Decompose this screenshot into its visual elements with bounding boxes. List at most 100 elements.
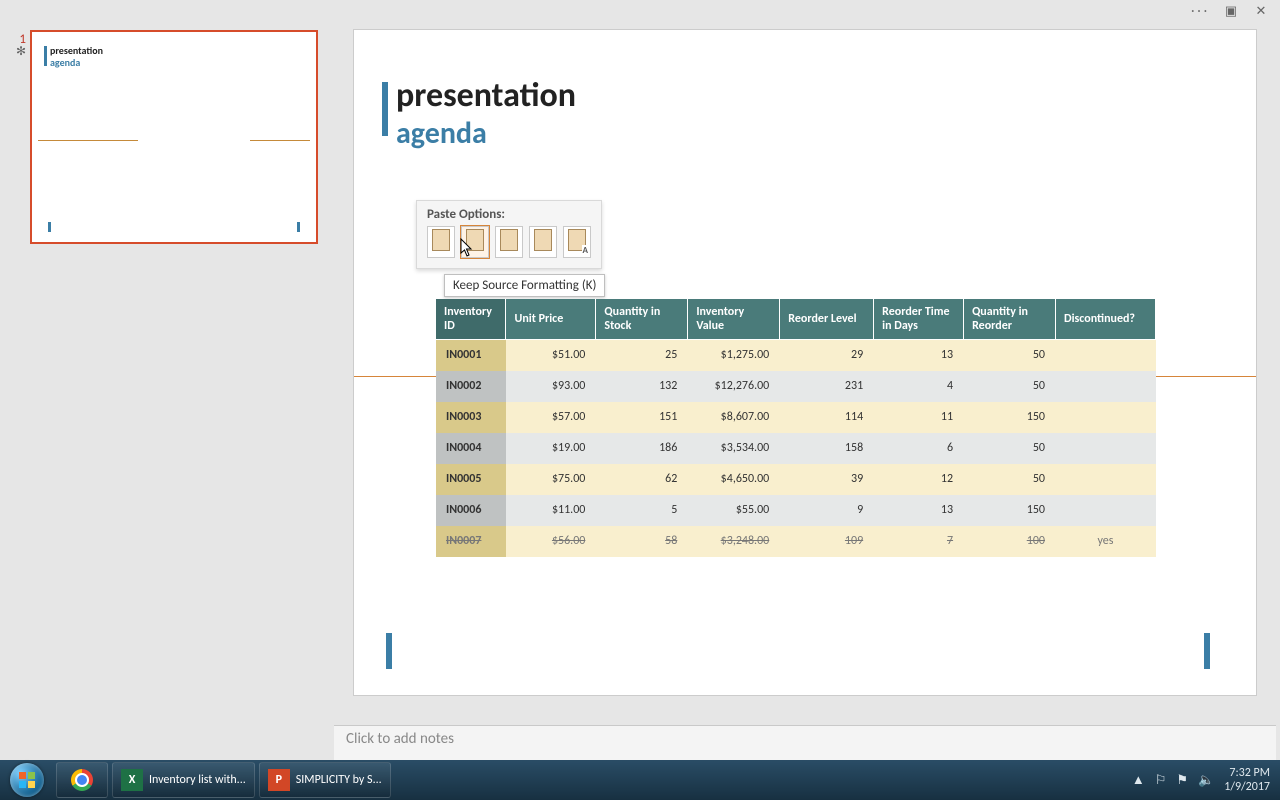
table-cell: 150 [964,402,1056,433]
table-cell: 50 [964,433,1056,464]
accent-bar [382,82,388,136]
table-cell: 100 [964,526,1056,557]
thumbnail-animation-icon: ✻ [10,47,26,57]
table-cell: $93.00 [506,371,596,402]
table-cell: 6 [874,433,964,464]
tray-volume-icon[interactable]: 🔈 [1198,773,1214,788]
ribbon-more-icon[interactable]: ··· [1191,4,1210,19]
table-cell: $4,650.00 [688,464,780,495]
paste-tooltip: Keep Source Formatting (K) [444,274,605,297]
slide-thumbnail-1[interactable]: presentation agenda [30,30,318,244]
table-cell: $55.00 [688,495,780,526]
excel-icon: X [121,769,143,791]
table-row[interactable]: IN0007$56.0058$3,248.001097100yes [436,526,1156,557]
tray-network-icon[interactable]: ⚑ [1176,773,1188,788]
table-cell: 29 [780,340,874,371]
table-cell [1056,495,1156,526]
table-cell [1056,371,1156,402]
system-tray: ▲ ⚐ ⚑ 🔈 7:32 PM 1/9/2017 [1122,766,1280,794]
decor-tick [1204,633,1210,669]
table-cell: 58 [596,526,688,557]
window-controls: ··· ▣ ✕ [1181,0,1280,23]
table-cell: 5 [596,495,688,526]
taskbar-chrome[interactable] [56,762,108,798]
table-cell: $3,534.00 [688,433,780,464]
slide-canvas[interactable]: presentation agenda Paste Options: A [354,30,1256,695]
taskbar-excel-label: Inventory list with... [149,773,246,787]
table-header-cell: Reorder Level [780,299,874,340]
table-cell: IN0003 [436,402,506,433]
table-cell: IN0001 [436,340,506,371]
table-cell: 151 [596,402,688,433]
table-cell: 186 [596,433,688,464]
tray-action-center-icon[interactable]: ⚐ [1155,773,1167,788]
table-cell: IN0007 [436,526,506,557]
table-cell: yes [1056,526,1156,557]
table-header-cell: Inventory ID [436,299,506,340]
slide-thumbnails-panel: 1 ✻ presentation agenda [4,22,334,760]
start-button[interactable] [0,760,54,800]
restore-window-icon[interactable]: ▣ [1222,4,1240,19]
table-cell: 50 [964,340,1056,371]
table-cell [1056,402,1156,433]
table-header-cell: Unit Price [506,299,596,340]
table-cell: IN0004 [436,433,506,464]
table-cell: 12 [874,464,964,495]
table-cell [1056,340,1156,371]
table-row[interactable]: IN0006$11.005$55.00913150 [436,495,1156,526]
paste-keep-source-formatting-icon[interactable] [461,226,489,258]
table-cell: IN0002 [436,371,506,402]
paste-use-destination-theme-icon[interactable] [427,226,455,258]
inventory-table[interactable]: Inventory IDUnit PriceQuantity in StockI… [436,299,1156,557]
table-row[interactable]: IN0002$93.00132$12,276.00231450 [436,371,1156,402]
taskbar-date: 1/9/2017 [1224,780,1270,794]
powerpoint-editor: 1 ✻ presentation agenda presentation age… [4,22,1276,760]
table-cell: $51.00 [506,340,596,371]
table-cell: $8,607.00 [688,402,780,433]
table-cell: 158 [780,433,874,464]
table-cell: 109 [780,526,874,557]
table-cell: $11.00 [506,495,596,526]
taskbar-powerpoint[interactable]: P SIMPLICITY by S... [259,762,391,798]
table-cell: $75.00 [506,464,596,495]
chrome-icon [71,769,93,791]
tray-show-hidden-icon[interactable]: ▲ [1132,772,1145,788]
table-cell: 13 [874,495,964,526]
table-row[interactable]: IN0004$19.00186$3,534.00158650 [436,433,1156,464]
table-header-cell: Quantity in Stock [596,299,688,340]
table-header-cell: Reorder Time in Days [874,299,964,340]
table-cell: 150 [964,495,1056,526]
close-window-icon[interactable]: ✕ [1252,4,1270,19]
decor-tick [48,222,51,232]
table-cell: $56.00 [506,526,596,557]
table-cell: 231 [780,371,874,402]
table-row[interactable]: IN0003$57.00151$8,607.0011411150 [436,402,1156,433]
table-header-cell: Inventory Value [688,299,780,340]
taskbar-clock[interactable]: 7:32 PM 1/9/2017 [1224,766,1270,794]
table-cell: $1,275.00 [688,340,780,371]
table-cell [1056,464,1156,495]
table-header: Inventory IDUnit PriceQuantity in StockI… [436,299,1156,340]
table-cell: $3,248.00 [688,526,780,557]
table-cell: 7 [874,526,964,557]
table-cell [1056,433,1156,464]
table-cell: $57.00 [506,402,596,433]
notes-pane[interactable]: Click to add notes [334,725,1276,760]
paste-embed-icon[interactable] [495,226,523,258]
decor-line [250,140,310,141]
slide-title[interactable]: presentation [396,75,576,116]
table-cell: 62 [596,464,688,495]
table-row[interactable]: IN0005$75.0062$4,650.00391250 [436,464,1156,495]
slide-subtitle[interactable]: agenda [396,115,487,152]
table-cell: 50 [964,464,1056,495]
table-row[interactable]: IN0001$51.0025$1,275.00291350 [436,340,1156,371]
paste-picture-icon[interactable] [529,226,557,258]
slide-editor: presentation agenda Paste Options: A [334,22,1276,760]
taskbar-excel[interactable]: X Inventory list with... [112,762,255,798]
decor-line [38,140,138,141]
paste-text-only-icon[interactable]: A [563,226,591,258]
taskbar: X Inventory list with... P SIMPLICITY by… [0,760,1280,800]
table-cell: $19.00 [506,433,596,464]
accent-bar [44,46,47,66]
table-body: IN0001$51.0025$1,275.00291350IN0002$93.0… [436,340,1156,557]
